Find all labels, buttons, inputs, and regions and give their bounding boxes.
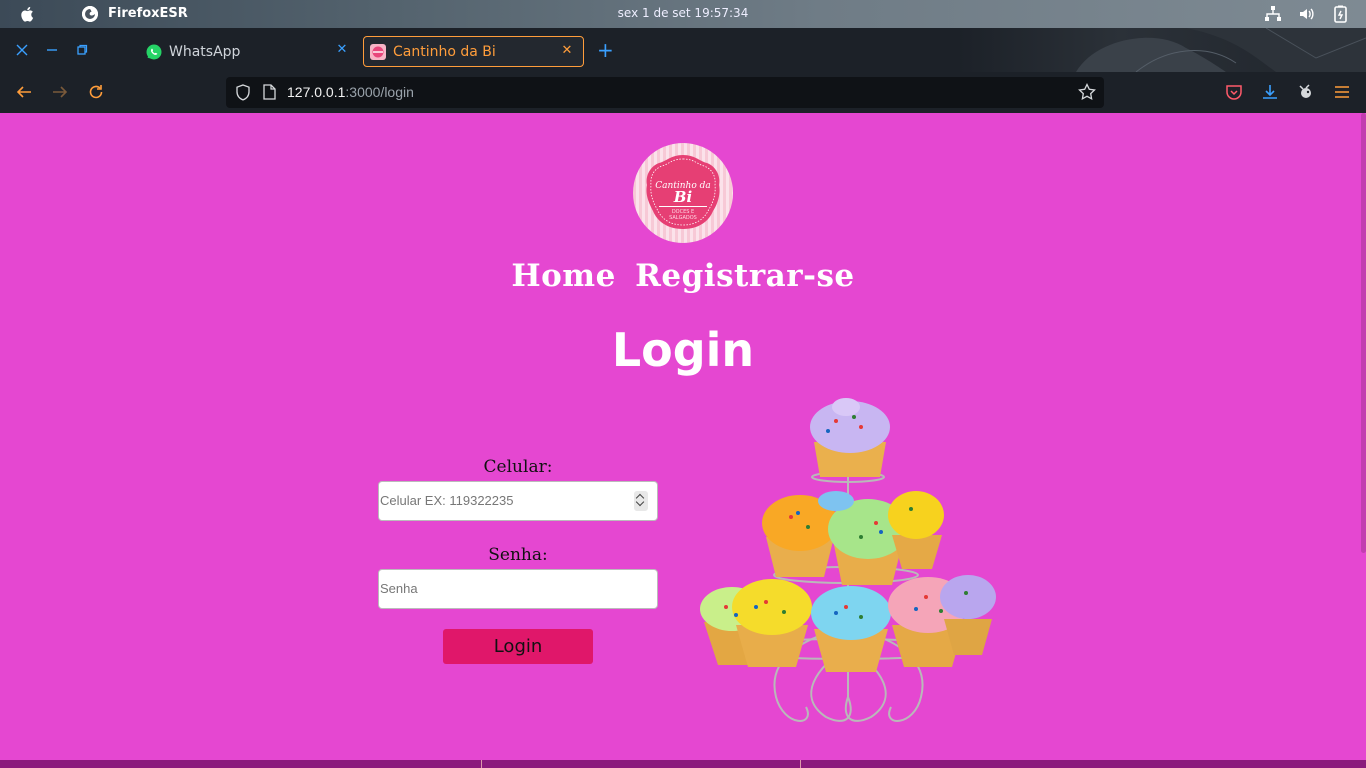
forward-icon[interactable] bbox=[51, 83, 69, 101]
clock[interactable]: sex 1 de set 19:57:34 bbox=[0, 6, 1366, 20]
nav-register-link[interactable]: Registrar-se bbox=[635, 258, 855, 294]
site-nav: Home Registrar-se bbox=[0, 258, 1366, 294]
phone-label: Celular: bbox=[483, 457, 553, 477]
bookmark-star-icon[interactable] bbox=[1078, 83, 1096, 101]
login-form: Celular: Celular EX: 119322235 Senha: Se… bbox=[378, 457, 658, 664]
password-placeholder: Senha bbox=[380, 581, 418, 596]
back-icon[interactable] bbox=[15, 83, 33, 101]
phone-placeholder: Celular EX: 119322235 bbox=[380, 493, 514, 508]
close-tab-icon[interactable]: ✕ bbox=[560, 44, 574, 58]
url-path: :3000/login bbox=[345, 84, 414, 100]
system-tray bbox=[1264, 5, 1350, 23]
restore-window-icon[interactable] bbox=[74, 42, 90, 58]
site-logo[interactable]: Cantinho da Bi DOCES E SALGADOS bbox=[633, 143, 733, 243]
login-button[interactable]: Login bbox=[443, 629, 593, 664]
phone-input[interactable]: Celular EX: 119322235 bbox=[378, 481, 658, 521]
password-label: Senha: bbox=[488, 545, 548, 565]
volume-icon[interactable] bbox=[1298, 5, 1316, 23]
page-viewport: Cantinho da Bi DOCES E SALGADOS Home Reg… bbox=[0, 113, 1366, 768]
tab-whatsapp[interactable]: WhatsApp ✕ bbox=[140, 36, 358, 67]
tab-label: WhatsApp bbox=[169, 43, 241, 60]
downloads-icon[interactable] bbox=[1261, 83, 1279, 101]
cupcakes-image bbox=[700, 398, 996, 722]
logo-line2: Bi bbox=[673, 188, 693, 206]
menu-icon[interactable] bbox=[1333, 83, 1351, 101]
bottom-bar bbox=[0, 760, 1366, 768]
window-controls bbox=[14, 42, 90, 58]
close-window-icon[interactable] bbox=[14, 42, 30, 58]
whatsapp-icon bbox=[146, 44, 162, 60]
tab-bar: WhatsApp ✕ Cantinho da Bi ✕ + bbox=[0, 28, 1366, 72]
background-artwork bbox=[1076, 28, 1366, 72]
url-host: 127.0.0.1 bbox=[287, 84, 346, 100]
address-bar[interactable]: 127.0.0.1:3000/login bbox=[226, 77, 1104, 108]
os-top-bar: FirefoxESR sex 1 de set 19:57:34 bbox=[0, 0, 1366, 28]
navigation-bar: 127.0.0.1:3000/login bbox=[0, 72, 1366, 113]
pocket-icon[interactable] bbox=[1225, 83, 1243, 101]
close-tab-icon[interactable]: ✕ bbox=[335, 43, 349, 57]
tab-label: Cantinho da Bi bbox=[393, 43, 496, 60]
extensions-icon[interactable] bbox=[1297, 83, 1315, 101]
logo-badge: Cantinho da Bi DOCES E SALGADOS bbox=[646, 155, 720, 229]
shield-icon[interactable] bbox=[235, 84, 251, 101]
network-icon[interactable] bbox=[1264, 5, 1282, 23]
new-tab-button[interactable]: + bbox=[597, 40, 614, 60]
number-spinner[interactable] bbox=[634, 491, 648, 511]
site-favicon bbox=[370, 43, 386, 60]
url-text: 127.0.0.1:3000/login bbox=[287, 84, 414, 100]
reload-icon[interactable] bbox=[87, 83, 105, 101]
nav-home-link[interactable]: Home bbox=[511, 258, 616, 294]
logo-line4: SALGADOS bbox=[669, 215, 697, 221]
battery-icon[interactable] bbox=[1332, 5, 1350, 23]
tab-cantinho-da-bi[interactable]: Cantinho da Bi ✕ bbox=[363, 36, 584, 67]
password-input[interactable]: Senha bbox=[378, 569, 658, 609]
page-title: Login bbox=[611, 323, 755, 377]
minimize-window-icon[interactable] bbox=[44, 42, 60, 58]
page-info-icon[interactable] bbox=[263, 84, 276, 100]
